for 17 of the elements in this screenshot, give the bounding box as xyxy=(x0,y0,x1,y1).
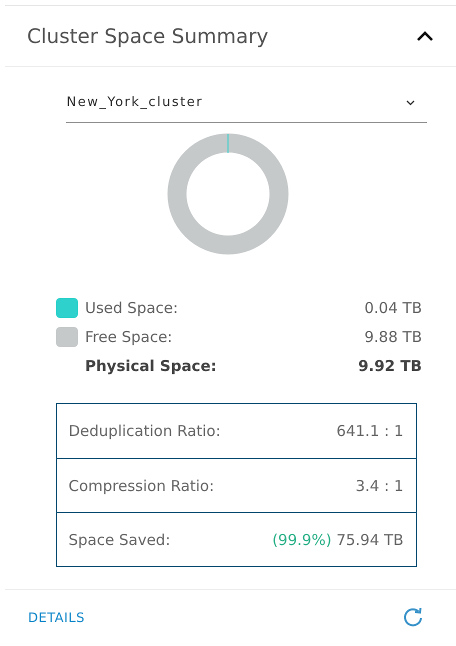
cluster-dropdown[interactable]: New_York_cluster xyxy=(66,87,426,123)
details-link[interactable]: DETAILS xyxy=(28,610,85,626)
legend-value: 9.88 TB xyxy=(364,328,422,346)
legend-label: Free Space: xyxy=(85,328,174,346)
chevron-icon xyxy=(406,100,414,106)
ratio-label: Space Saved: xyxy=(68,530,170,548)
collapse-icon[interactable] xyxy=(416,30,434,42)
ratio-label: Compression Ratio: xyxy=(68,476,214,494)
legend-value: 0.04 TB xyxy=(364,298,422,316)
panel-title: Cluster Space Summary xyxy=(27,24,268,48)
ratio-value: (99.9%) 75.94 TB xyxy=(272,530,404,548)
legend-label: Used Space: xyxy=(85,298,180,316)
legend-label: Physical Space: xyxy=(85,356,218,374)
ratio-value: 3.4 : 1 xyxy=(356,476,404,494)
legend-value: 9.92 TB xyxy=(358,356,422,374)
ratio-value: 641.1 : 1 xyxy=(336,422,404,440)
ratio-label: Deduplication Ratio: xyxy=(68,422,221,440)
